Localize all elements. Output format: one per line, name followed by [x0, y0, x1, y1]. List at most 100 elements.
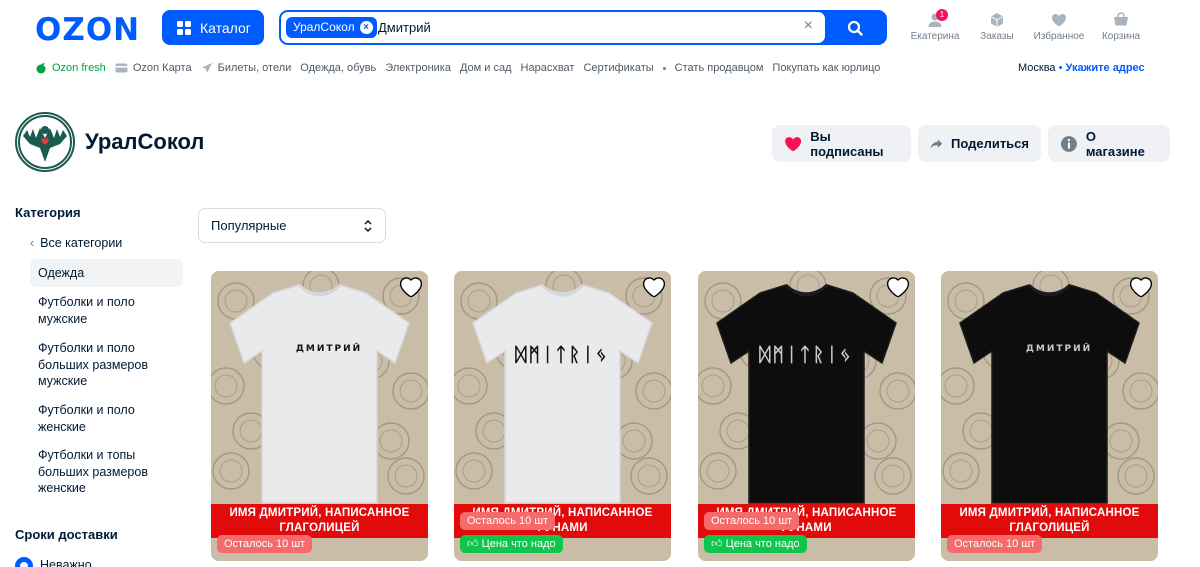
nav-buy-as-business[interactable]: Покупать как юрлицо — [772, 62, 880, 74]
sidebar-item-clothing[interactable]: Одежда — [30, 259, 183, 287]
shirt-print-text: ᛞᛗᛁᛏᚱᛁᛃ — [515, 344, 609, 366]
nav-item-label: Ozon Карта — [132, 62, 192, 74]
about-store-label: О магазине — [1085, 128, 1145, 159]
heart-filled-icon — [785, 136, 802, 151]
favorite-heart-icon[interactable] — [400, 277, 422, 297]
nav-item-label: Ozon fresh — [52, 62, 106, 74]
search-input[interactable]: УралСокол × Дмитрий × — [281, 12, 825, 43]
search-button[interactable] — [825, 12, 885, 43]
search-bar: УралСокол × Дмитрий × — [279, 10, 887, 45]
nav-bestsellers[interactable]: Нарасхват — [521, 62, 575, 74]
sort-select[interactable]: Популярные — [198, 208, 386, 243]
location: Москва • Укажите адрес — [1018, 62, 1145, 74]
nav-item-label: Электроника — [385, 62, 451, 74]
falcon-emblem-icon — [18, 115, 72, 169]
stock-badge: Осталось 10 шт — [217, 535, 313, 553]
header-orders-label: Заказы — [980, 31, 1014, 42]
header-cart[interactable]: Корзина — [1091, 12, 1151, 42]
favorite-heart-icon[interactable] — [887, 277, 909, 297]
subscribed-label: Вы подписаны — [810, 128, 884, 159]
nav-clothing[interactable]: Одежда, обувь — [300, 62, 376, 74]
about-store-button[interactable]: О магазине — [1048, 125, 1170, 162]
nav-tickets[interactable]: Билеты, отели — [201, 62, 292, 74]
share-label: Поделиться — [950, 136, 1029, 151]
search-filter-chip[interactable]: УралСокол × — [286, 17, 377, 38]
nav-item-label: Покупать как юрлицо — [772, 62, 881, 74]
price-badge: 👍︎ Цена что надо — [460, 535, 563, 553]
product-card[interactable]: ДМИТРИЙ ИМЯ ДМИТРИЙ, НАПИСАННОЕ ГЛАГОЛИЦ… — [211, 271, 428, 561]
clear-search-icon[interactable]: × — [804, 17, 813, 35]
stock-badge: Осталось 10 шт — [704, 512, 800, 530]
nav-certificates[interactable]: Сертификаты — [583, 62, 653, 74]
price-badge-label: Цена что надо — [725, 538, 800, 550]
header-cart-label: Корзина — [1101, 31, 1141, 42]
sidebar-item-tops-women-plus[interactable]: Футболки и топы больших размеров женские — [30, 447, 183, 497]
location-dot: • — [1058, 62, 1066, 74]
ozon-logo[interactable]: OZON — [35, 12, 140, 48]
nav-ozon-fresh[interactable]: Ozon fresh — [35, 62, 106, 74]
subscribed-button[interactable]: Вы подписаны — [772, 125, 911, 162]
catalog-label: Каталог — [200, 19, 251, 36]
header-favorites[interactable]: Избранное — [1029, 12, 1089, 42]
top-nav: Ozon fresh Ozon Карта Билеты, отели Одеж… — [35, 62, 889, 74]
stock-badge: Осталось 10 шт — [947, 535, 1043, 553]
favorite-heart-icon[interactable] — [1130, 277, 1152, 297]
header-profile-label: Екатерина — [910, 31, 960, 42]
catalog-button[interactable]: Каталог — [162, 10, 264, 45]
box-icon — [990, 13, 1004, 27]
profile-badge: 1 — [936, 9, 948, 21]
delivery-option-label: Неважно — [40, 558, 92, 567]
heart-icon — [1052, 14, 1066, 27]
all-categories-label: Все категории — [40, 236, 123, 250]
search-query-text: Дмитрий — [378, 20, 431, 35]
address-link[interactable]: Укажите адрес — [1066, 62, 1145, 74]
nav-electronics[interactable]: Электроника — [385, 62, 451, 74]
chip-close-icon[interactable]: × — [359, 21, 373, 34]
nav-ozon-card[interactable]: Ozon Карта — [115, 62, 192, 74]
product-banner: ИМЯ ДМИТРИЙ, НАПИСАННОЕ ГЛАГОЛИЦЕЙ — [941, 504, 1158, 538]
city-name[interactable]: Москва — [1018, 62, 1056, 74]
share-button[interactable]: Поделиться — [918, 125, 1041, 162]
header-actions: 1 Екатерина Заказы Избранное Корзина — [905, 9, 1153, 42]
sidebar-item-tshirts-women[interactable]: Футболки и поло женские — [30, 402, 183, 435]
nav-item-label: Стать продавцом — [674, 62, 764, 74]
stock-badge: Осталось 10 шт — [460, 512, 556, 530]
fresh-leaf-icon — [36, 63, 46, 74]
header-orders[interactable]: Заказы — [967, 12, 1027, 42]
seller-name: УралСокол — [85, 129, 205, 154]
shirt-print-text: ДМИТРИЙ — [1026, 342, 1092, 354]
product-card[interactable]: ᛞᛗᛁᛏᚱᛁᛃ ИМЯ ДМИТРИЙ, НАПИСАННОЕ РУНАМИ О… — [698, 271, 915, 561]
shirt-print-text: ᛞᛗᛁᛏᚱᛁᛃ — [759, 344, 853, 366]
nav-item-label: Билеты, отели — [217, 62, 292, 74]
product-banner: ИМЯ ДМИТРИЙ, НАПИСАННОЕ ГЛАГОЛИЦЕЙ — [211, 504, 428, 538]
chevron-left-icon: ‹ — [30, 236, 35, 250]
product-card[interactable]: ДМИТРИЙ ИМЯ ДМИТРИЙ, НАПИСАННОЕ ГЛАГОЛИЦ… — [941, 271, 1158, 561]
info-icon — [1060, 135, 1077, 152]
nav-item-label: Дом и сад — [459, 62, 512, 74]
header-profile[interactable]: 1 Екатерина — [905, 9, 965, 42]
shirt-print-text: ДМИТРИЙ — [296, 342, 362, 354]
nav-home-garden[interactable]: Дом и сад — [460, 62, 512, 74]
sidebar-item-tshirts-men-plus[interactable]: Футболки и поло больших размеров мужские — [30, 340, 183, 390]
sort-updown-icon — [364, 219, 372, 233]
sidebar-item-tshirts-men[interactable]: Футболки и поло мужские — [30, 294, 183, 327]
nav-item-label: Одежда, обувь — [300, 62, 377, 74]
thumbs-up-icon: 👍︎ — [711, 538, 723, 550]
nav-item-label: Сертификаты — [583, 62, 654, 74]
seller-logo[interactable] — [15, 112, 75, 172]
cart-icon — [1114, 12, 1128, 26]
card-icon — [115, 63, 128, 73]
price-badge-label: Цена что надо — [481, 538, 556, 550]
nav-dot-separator — [662, 66, 666, 70]
delivery-radio-any[interactable] — [15, 557, 33, 567]
search-icon — [847, 20, 863, 36]
product-card[interactable]: ᛞᛗᛁᛏᚱᛁᛃ ИМЯ ДМИТРИЙ, НАПИСАННОЕ РУНАМИ О… — [454, 271, 671, 561]
share-arrow-icon — [930, 138, 943, 149]
header-favorites-label: Избранное — [1033, 31, 1085, 42]
all-categories-link[interactable]: ‹ Все категории — [22, 235, 175, 252]
delivery-title: Сроки доставки — [15, 527, 118, 542]
plane-icon — [201, 63, 212, 73]
grid-icon — [177, 20, 191, 35]
nav-become-seller[interactable]: Стать продавцом — [675, 62, 764, 74]
favorite-heart-icon[interactable] — [643, 277, 665, 297]
